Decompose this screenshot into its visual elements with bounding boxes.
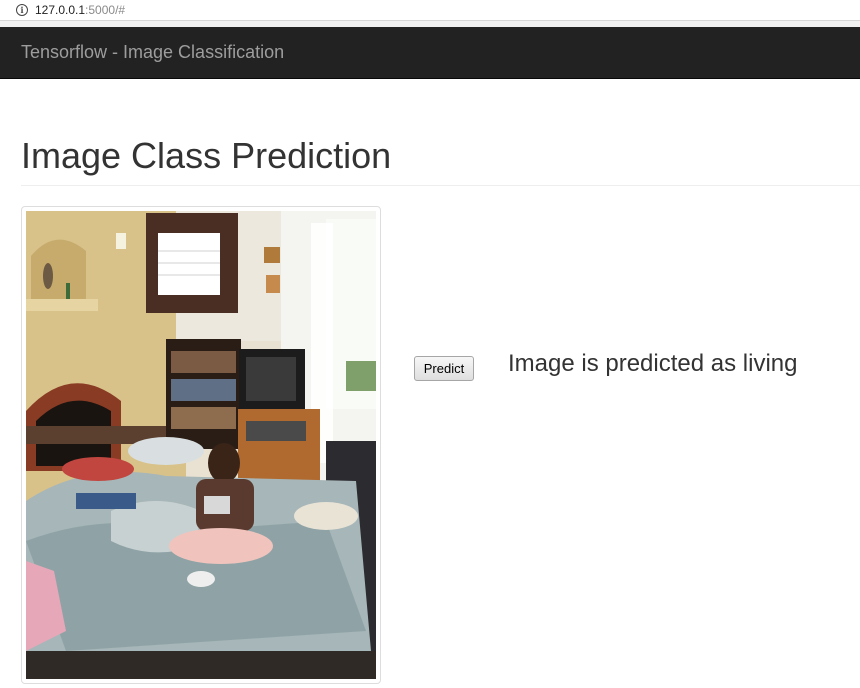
predict-button[interactable]: Predict — [414, 356, 474, 381]
prediction-result: Image is predicted as living — [508, 350, 798, 377]
title-divider — [21, 185, 860, 186]
uploaded-image — [26, 211, 376, 679]
info-icon[interactable]: i — [16, 4, 28, 16]
address-bar[interactable]: i 127.0.0.1:5000/# — [0, 0, 860, 20]
address-host: 127.0.0.1 — [35, 3, 86, 17]
uploaded-image-thumbnail — [21, 206, 381, 684]
navbar: Tensorflow - Image Classification — [0, 27, 860, 79]
navbar-brand[interactable]: Tensorflow - Image Classification — [21, 42, 284, 63]
browser-separator — [0, 20, 860, 27]
page-title: Image Class Prediction — [21, 135, 392, 176]
address-path: :5000/# — [85, 3, 126, 17]
